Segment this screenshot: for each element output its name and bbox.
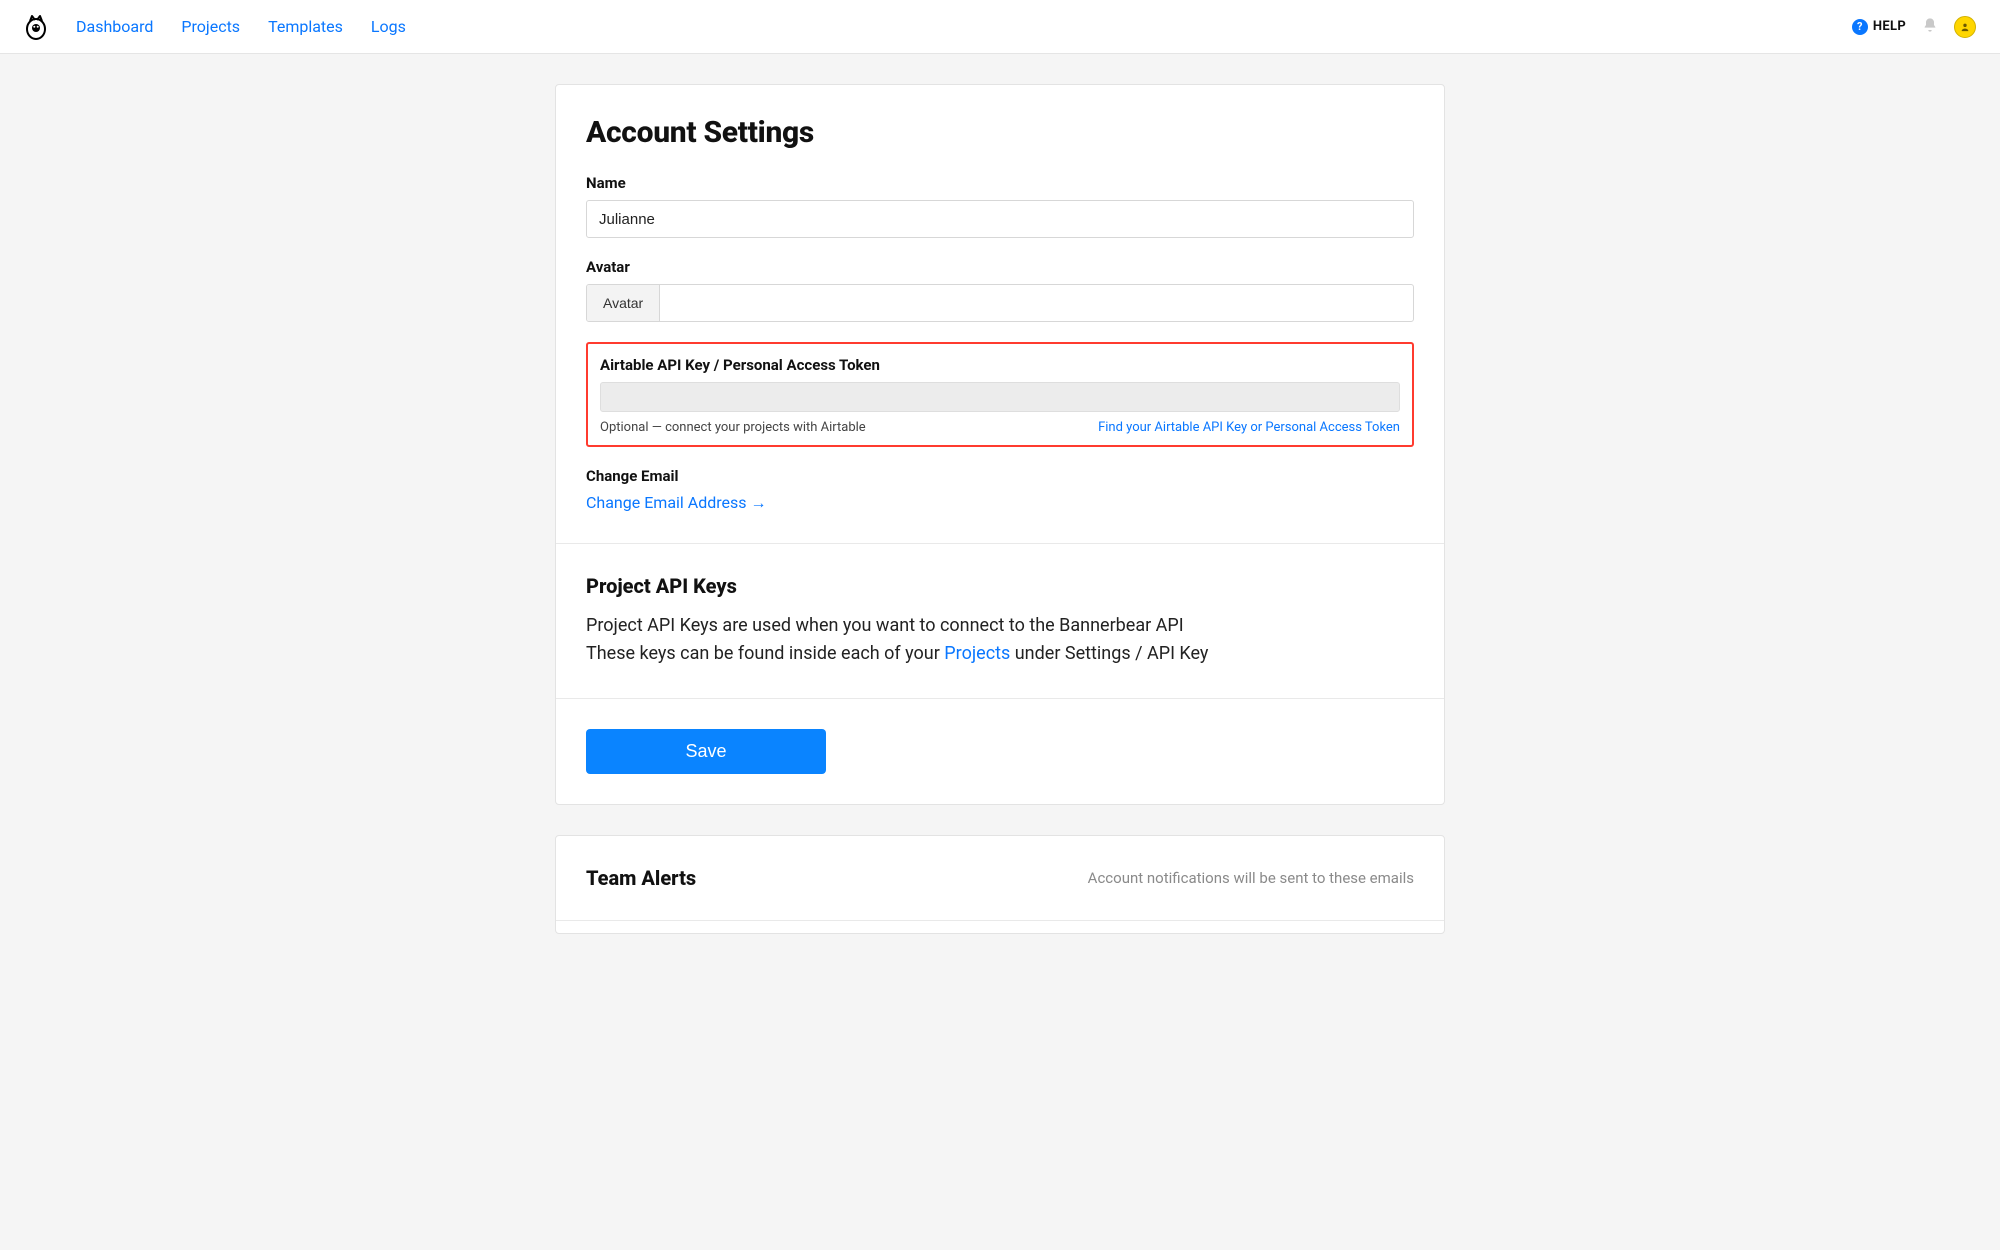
bear-logo-icon <box>24 13 48 41</box>
help-icon: ? <box>1852 19 1868 35</box>
airtable-input[interactable] <box>600 382 1400 412</box>
user-avatar[interactable] <box>1954 16 1976 38</box>
airtable-hint-row: Optional — connect your projects with Ai… <box>600 420 1400 435</box>
logo[interactable] <box>24 13 48 41</box>
avatar-file-row: Avatar <box>586 284 1414 322</box>
name-field: Name <box>586 174 1414 238</box>
airtable-highlight: Airtable API Key / Personal Access Token… <box>586 342 1414 447</box>
avatar-upload-button[interactable]: Avatar <box>587 285 660 321</box>
main-content: Account Settings Name Avatar Avatar Airt… <box>0 54 2000 1024</box>
nav-projects[interactable]: Projects <box>181 17 240 36</box>
team-alerts-header: Team Alerts Account notifications will b… <box>556 836 1444 921</box>
account-settings-card: Account Settings Name Avatar Avatar Airt… <box>555 84 1445 805</box>
projects-link[interactable]: Projects <box>944 643 1010 664</box>
airtable-help-link[interactable]: Find your Airtable API Key or Personal A… <box>1098 420 1400 435</box>
save-button[interactable]: Save <box>586 729 826 774</box>
save-section: Save <box>556 699 1444 804</box>
notifications-icon[interactable] <box>1922 17 1938 37</box>
help-button[interactable]: ? HELP <box>1852 19 1906 35</box>
name-label: Name <box>586 174 1414 192</box>
main-nav: Dashboard Projects Templates Logs <box>76 17 406 36</box>
avatar-label: Avatar <box>586 258 1414 276</box>
change-email-field: Change Email Change Email Address → <box>586 467 1414 513</box>
avatar-file-empty[interactable] <box>660 285 1413 321</box>
nav-dashboard[interactable]: Dashboard <box>76 17 153 36</box>
topbar-left: Dashboard Projects Templates Logs <box>24 13 406 41</box>
team-alerts-body <box>556 921 1444 933</box>
team-alerts-title: Team Alerts <box>586 866 696 890</box>
team-alerts-subtitle: Account notifications will be sent to th… <box>1088 869 1414 887</box>
account-settings-section: Account Settings Name Avatar Avatar Airt… <box>556 85 1444 544</box>
api-keys-title: Project API Keys <box>586 574 1414 598</box>
change-email-link[interactable]: Change Email Address → <box>586 493 767 513</box>
avatar-field: Avatar Avatar <box>586 258 1414 322</box>
api-keys-line2-pre: These keys can be found inside each of y… <box>586 643 944 664</box>
api-keys-section: Project API Keys Project API Keys are us… <box>556 544 1444 699</box>
api-keys-line2-post: under Settings / API Key <box>1010 643 1208 664</box>
airtable-hint: Optional — connect your projects with Ai… <box>600 420 866 435</box>
api-keys-line2: These keys can be found inside each of y… <box>586 640 1414 668</box>
nav-templates[interactable]: Templates <box>268 17 343 36</box>
name-input[interactable] <box>586 200 1414 238</box>
nav-logs[interactable]: Logs <box>371 17 406 36</box>
page-title: Account Settings <box>586 115 1414 150</box>
change-email-label: Change Email <box>586 467 1414 485</box>
api-keys-line1: Project API Keys are used when you want … <box>586 612 1414 640</box>
airtable-label: Airtable API Key / Personal Access Token <box>600 356 1400 374</box>
help-label: HELP <box>1873 19 1906 34</box>
topbar-right: ? HELP <box>1852 16 1976 38</box>
topbar: Dashboard Projects Templates Logs ? HELP <box>0 0 2000 54</box>
team-alerts-card: Team Alerts Account notifications will b… <box>555 835 1445 934</box>
